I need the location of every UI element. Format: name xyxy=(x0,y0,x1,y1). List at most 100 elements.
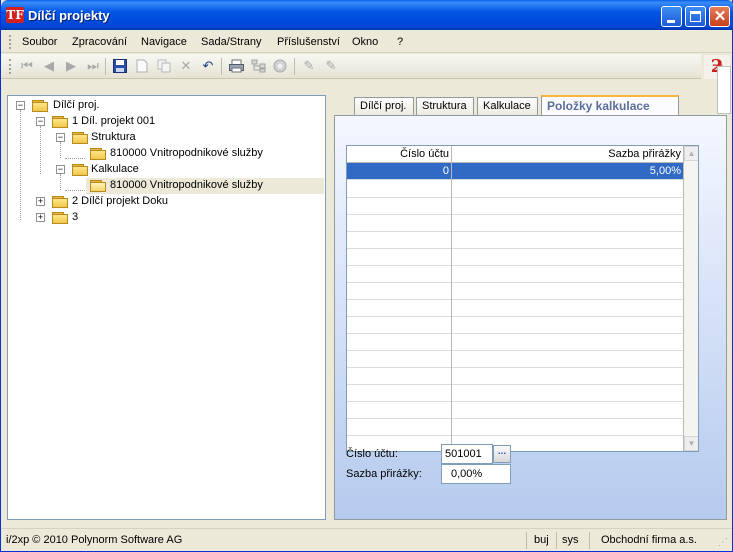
tree-label: Kalkulace xyxy=(91,163,139,175)
new-icon[interactable] xyxy=(134,58,150,74)
copy-icon[interactable] xyxy=(156,58,172,74)
toolbar: ⏮ ◀ ▶ ⏭ ✕ ↶ ✎ ✎ xyxy=(1,54,701,79)
collapse-icon[interactable]: − xyxy=(56,165,65,174)
folder-icon xyxy=(90,148,106,160)
status-company: Obchodní firma a.s. xyxy=(601,534,697,546)
cell-account[interactable]: 0 xyxy=(347,163,451,180)
rate-label: Sazba přirážky: xyxy=(346,468,422,480)
print-icon[interactable] xyxy=(228,58,244,74)
menu-okno[interactable]: Okno xyxy=(352,36,378,48)
menu-prislusenstvi[interactable]: Příslušenství xyxy=(277,36,340,48)
folder-open-icon xyxy=(52,116,68,128)
close-button[interactable]: ✕ xyxy=(709,6,730,27)
status-system: sys xyxy=(562,534,579,546)
status-copyright: i/2xp © 2010 Polynorm Software AG xyxy=(6,534,183,546)
tab-struktura[interactable]: Struktura xyxy=(416,97,474,115)
column-header-account[interactable]: Číslo účtu xyxy=(347,146,451,163)
column-header-rate[interactable]: Sazba přirážky xyxy=(452,146,683,163)
table-row[interactable]: 0 5,00% xyxy=(347,163,683,180)
edit-alt-icon[interactable]: ✎ xyxy=(323,58,339,74)
account-lookup-button[interactable]: ... xyxy=(493,445,511,463)
tree-node-project2[interactable]: + 2 Dílčí projekt Doku xyxy=(32,194,182,210)
status-separator xyxy=(526,532,527,549)
tree-node-struktura[interactable]: − Struktura xyxy=(52,130,202,146)
folder-open-icon xyxy=(72,164,88,176)
minimize-button[interactable] xyxy=(661,6,682,27)
folder-open-icon xyxy=(90,180,106,192)
tree-line xyxy=(65,190,85,191)
collapse-icon[interactable]: − xyxy=(16,101,25,110)
expand-icon[interactable]: + xyxy=(36,197,45,206)
delete-icon[interactable]: ✕ xyxy=(178,58,194,74)
save-icon[interactable] xyxy=(112,58,128,74)
prev-icon[interactable]: ◀ xyxy=(41,58,57,74)
scroll-down-icon[interactable]: ▼ xyxy=(684,436,698,451)
empty-rows xyxy=(347,181,683,451)
status-separator xyxy=(589,532,590,549)
status-separator xyxy=(556,532,557,549)
first-icon[interactable]: ⏮ xyxy=(19,58,35,74)
close-icon: ✕ xyxy=(713,8,727,25)
title-bar[interactable]: TF Dílčí projekty ✕ xyxy=(1,0,733,30)
maximize-icon xyxy=(690,11,701,22)
maximize-button[interactable] xyxy=(685,6,706,27)
app-logo-icon: TF xyxy=(6,7,24,23)
edit-icon[interactable]: ✎ xyxy=(301,58,317,74)
expand-icon[interactable]: + xyxy=(36,213,45,222)
tree-label: 2 Dílčí projekt Doku xyxy=(72,195,168,207)
folder-icon xyxy=(52,196,68,208)
menu-soubor[interactable]: Soubor xyxy=(22,36,57,48)
menu-sada-strany[interactable]: Sada/Strany xyxy=(201,36,262,48)
folder-icon xyxy=(52,212,68,224)
grid-header: Číslo účtu Sazba přirážky xyxy=(347,146,683,163)
toolbar-separator xyxy=(221,58,222,75)
collapse-icon[interactable]: − xyxy=(56,133,65,142)
toolbar-grip xyxy=(9,59,11,74)
tree-node-root[interactable]: − Dílčí proj. xyxy=(12,98,132,114)
tree-label: 1 Díl. projekt 001 xyxy=(72,115,156,127)
tab-strip: Dílčí proj. Struktura Kalkulace Položky … xyxy=(334,95,727,116)
tab-content: Číslo účtu Sazba přirážky 0 5,00% ▲ ▼ Čí… xyxy=(334,115,727,520)
app-window: TF Dílčí projekty ✕ Soubor Zpracování Na… xyxy=(0,0,733,552)
toolbar-separator xyxy=(294,58,295,75)
status-bar: i/2xp © 2010 Polynorm Software AG buj sy… xyxy=(1,528,732,551)
account-input[interactable]: 501001 xyxy=(441,444,493,464)
resize-grip-icon[interactable]: ⋰ xyxy=(718,537,730,549)
toolbar-separator xyxy=(105,58,106,75)
detail-panel: Dílčí proj. Struktura Kalkulace Položky … xyxy=(334,95,727,520)
collapse-icon[interactable]: − xyxy=(36,117,45,126)
search-icon[interactable] xyxy=(272,58,288,74)
tab-dilci-proj[interactable]: Dílčí proj. xyxy=(354,97,414,115)
tree-node-kalkulace[interactable]: − Kalkulace xyxy=(52,162,202,178)
column-divider xyxy=(451,146,452,451)
next-icon[interactable]: ▶ xyxy=(63,58,79,74)
tree-node-kalkulace-item[interactable]: 810000 Vnitropodnikové služby xyxy=(86,178,306,194)
menu-grip xyxy=(9,35,11,49)
rate-input[interactable]: 0,00% xyxy=(441,464,511,484)
window-title: Dílčí projekty xyxy=(28,8,110,23)
folder-icon xyxy=(32,100,48,112)
structure-icon[interactable] xyxy=(250,58,266,74)
account-label: Číslo účtu: xyxy=(346,448,398,460)
tree-line xyxy=(20,110,21,220)
menu-help[interactable]: ? xyxy=(397,36,403,48)
tree-label: 810000 Vnitropodnikové služby xyxy=(110,179,263,191)
tree-node-project1[interactable]: − 1 Díl. projekt 001 xyxy=(32,114,182,130)
menu-navigace[interactable]: Navigace xyxy=(141,36,187,48)
project-tree: − Dílčí proj. − 1 Díl. projekt 001 − Str… xyxy=(7,95,326,520)
scroll-up-icon[interactable]: ▲ xyxy=(684,146,698,161)
tree-node-struktura-item[interactable]: 810000 Vnitropodnikové služby xyxy=(86,146,306,162)
minimize-icon xyxy=(667,20,675,23)
tree-label: 810000 Vnitropodnikové služby xyxy=(110,147,263,159)
grid-scrollbar[interactable]: ▲ ▼ xyxy=(684,146,698,451)
cell-rate[interactable]: 5,00% xyxy=(452,163,683,180)
tree-label: Dílčí proj. xyxy=(53,99,100,111)
folder-open-icon xyxy=(72,132,88,144)
menu-zpracovani[interactable]: Zpracování xyxy=(72,36,127,48)
tab-kalkulace[interactable]: Kalkulace xyxy=(477,97,538,115)
tab-polozky-kalkulace[interactable]: Položky kalkulace xyxy=(541,95,679,116)
last-icon[interactable]: ⏭ xyxy=(85,58,101,74)
tree-node-project3[interactable]: + 3 xyxy=(32,210,112,226)
tree-line xyxy=(65,158,85,159)
undo-icon[interactable]: ↶ xyxy=(200,58,216,74)
